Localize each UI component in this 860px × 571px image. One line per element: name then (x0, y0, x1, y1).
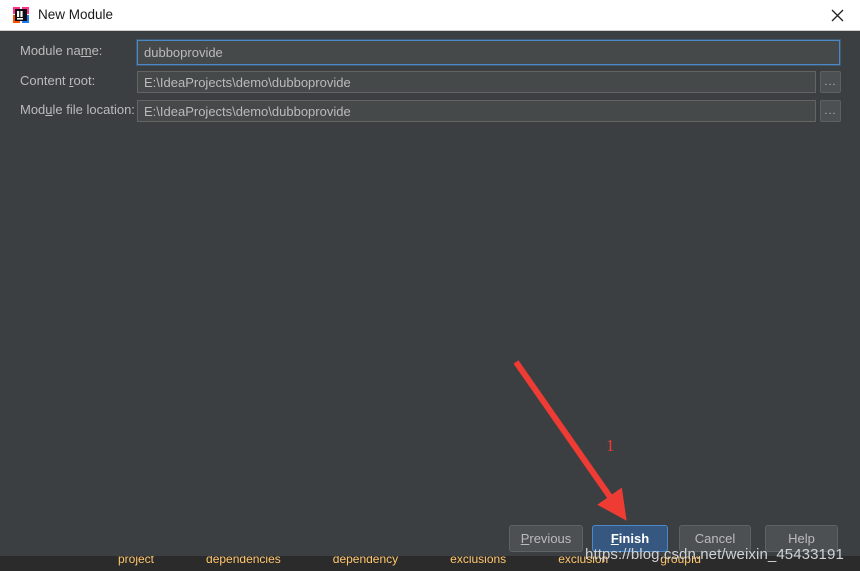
ide-bg-word: project (118, 556, 155, 566)
screen-root: project dependencies dependency exclusions e… (0, 0, 860, 571)
intellij-idea-icon (12, 6, 30, 24)
form-row-module-file-location: Module file location: ... (0, 100, 860, 122)
module-file-location-label: Module file location: (20, 102, 135, 117)
previous-button[interactable]: Previous (509, 525, 583, 552)
ide-bg-word: exclusions (450, 556, 507, 566)
module-name-input[interactable] (137, 40, 840, 65)
module-file-location-input[interactable] (137, 100, 816, 122)
dialog-title: New Module (38, 7, 114, 22)
content-root-input[interactable] (137, 71, 816, 93)
ide-bg-word: dependency (332, 556, 399, 566)
content-root-browse-button[interactable]: ... (820, 71, 841, 93)
watermark-text: https://blog.csdn.net/weixin_45433191 (585, 546, 844, 563)
module-file-location-browse-button[interactable]: ... (820, 100, 841, 122)
content-root-label: Content root: (20, 73, 96, 88)
ide-bg-word: dependencies (206, 556, 281, 566)
dialog-titlebar: New Module (0, 0, 860, 31)
close-icon[interactable] (814, 0, 860, 30)
new-module-dialog: New Module Module name: Content root: ..… (0, 0, 860, 556)
form-row-content-root: Content root: ... (0, 71, 860, 93)
form-row-module-name: Module name: (0, 40, 860, 65)
module-name-label: Module name: (20, 43, 103, 58)
